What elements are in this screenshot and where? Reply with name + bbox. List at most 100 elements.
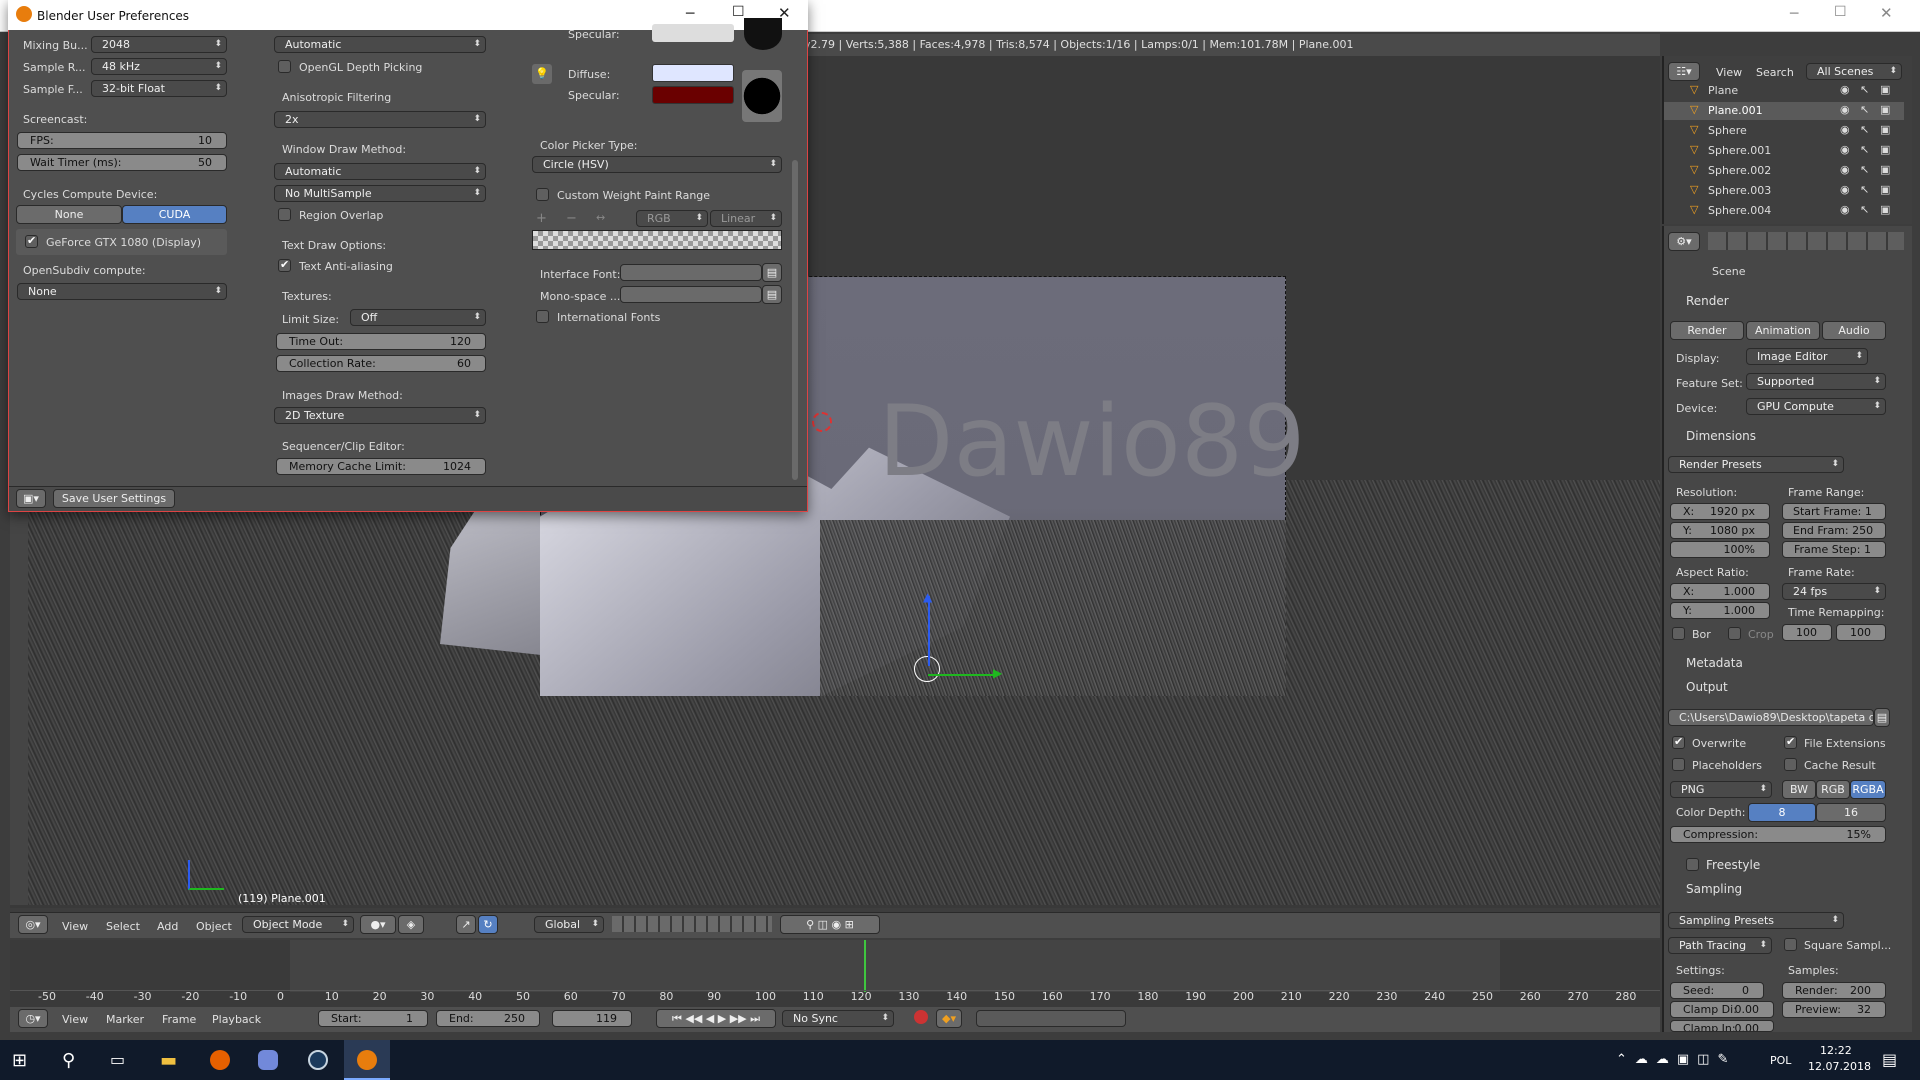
keying-set-field[interactable] <box>976 1010 1126 1027</box>
tl-menu-playback[interactable]: Playback <box>212 1013 261 1026</box>
file-explorer-icon[interactable]: ▬ <box>160 1050 177 1071</box>
render-camera-icon[interactable]: ▣ <box>1880 123 1890 136</box>
specular-swatch-top[interactable] <box>652 24 734 42</box>
custom-weight-checkbox[interactable] <box>536 188 549 201</box>
compute-none-button[interactable]: None <box>16 205 122 224</box>
specular-swatch[interactable] <box>652 86 734 104</box>
square-samples-checkbox[interactable] <box>1784 938 1797 951</box>
gpu-checkbox[interactable] <box>25 234 38 248</box>
depth-8-button[interactable]: 8 <box>1748 803 1816 822</box>
sampling-presets-select[interactable]: Sampling Presets <box>1668 912 1844 929</box>
render-camera-icon[interactable]: ▣ <box>1880 163 1890 176</box>
visibility-eye-icon[interactable]: ◉ <box>1840 103 1850 116</box>
fps-field[interactable]: FPS: 10 <box>17 132 227 149</box>
outliner-row[interactable]: ▽ Sphere.003 ◉ ↖ ▣ <box>1664 182 1904 200</box>
rgb-button[interactable]: RGB <box>1816 780 1850 799</box>
language-indicator[interactable]: POL <box>1770 1054 1791 1067</box>
orientation-select[interactable]: Global <box>534 916 604 933</box>
sync-select[interactable]: No Sync <box>782 1010 894 1027</box>
tl-menu-marker[interactable]: Marker <box>106 1013 144 1026</box>
vp-menu-object[interactable]: Object <box>196 920 232 933</box>
freestyle-header[interactable]: Freestyle <box>1706 858 1760 872</box>
depth-16-button[interactable]: 16 <box>1816 803 1886 822</box>
border-checkbox[interactable] <box>1672 627 1685 640</box>
visibility-eye-icon[interactable]: ◉ <box>1840 123 1850 136</box>
metadata-header[interactable]: Metadata <box>1686 656 1743 670</box>
res-percent-field[interactable]: 100% <box>1670 541 1770 558</box>
search-icon[interactable]: ⚲ <box>62 1050 75 1071</box>
visibility-eye-icon[interactable]: ◉ <box>1840 203 1850 216</box>
current-frame-field[interactable]: 119 <box>552 1010 632 1027</box>
close-icon[interactable]: ✕ <box>1880 4 1900 24</box>
rgba-button[interactable]: RGBA <box>1850 780 1886 799</box>
vp-menu-add[interactable]: Add <box>157 920 178 933</box>
lamp-icon[interactable]: 💡 <box>532 64 552 84</box>
res-y-field[interactable]: Y: 1080 px <box>1670 522 1770 539</box>
discord-icon[interactable] <box>258 1050 278 1070</box>
opengl-depth-checkbox[interactable] <box>278 60 291 73</box>
save-user-settings-button[interactable]: Save User Settings <box>53 489 175 508</box>
frame-step-prop[interactable]: Frame Step: 1 <box>1782 541 1886 558</box>
path-tracing-select[interactable]: Path Tracing <box>1668 937 1772 954</box>
prefs-minimize-icon[interactable]: ─ <box>686 6 694 22</box>
outliner-row[interactable]: ▽ Plane ◉ ↖ ▣ <box>1664 82 1904 100</box>
sample-rate-select[interactable]: 48 kHz <box>91 58 227 75</box>
outliner-row[interactable]: ▽ Sphere.001 ◉ ↖ ▣ <box>1664 142 1904 160</box>
end-frame-prop[interactable]: End Fram: 250 <box>1782 522 1886 539</box>
aspect-x-field[interactable]: X: 1.000 <box>1670 583 1770 600</box>
tray-icons[interactable]: ⌃☁☁▣◫✎ <box>1616 1052 1736 1067</box>
interface-font-field[interactable] <box>620 264 762 281</box>
compression-slider[interactable]: Compression: 15% <box>1670 826 1886 843</box>
vp-menu-view[interactable]: View <box>62 920 88 933</box>
file-extensions-checkbox[interactable] <box>1784 735 1797 749</box>
seed-field[interactable]: Seed: 0 <box>1670 982 1764 999</box>
start-frame-field[interactable]: Start: 1 <box>318 1010 428 1027</box>
render-camera-icon[interactable]: ▣ <box>1880 103 1890 116</box>
render-samples-field[interactable]: Render: 200 <box>1782 982 1886 999</box>
visibility-eye-icon[interactable]: ◉ <box>1840 83 1850 96</box>
diffuse-swatch[interactable] <box>652 64 734 82</box>
task-view-icon[interactable]: ▭ <box>110 1050 125 1069</box>
selectable-arrow-icon[interactable]: ↖ <box>1860 163 1869 176</box>
start-icon[interactable]: ⊞ <box>12 1050 27 1071</box>
clamp-indirect-field[interactable]: Clamp In: 0.00 <box>1670 1020 1774 1032</box>
tl-menu-frame[interactable]: Frame <box>162 1013 196 1026</box>
prefs-maximize-icon[interactable]: ☐ <box>732 4 745 20</box>
window-draw-select[interactable]: Automatic <box>274 163 486 180</box>
visibility-eye-icon[interactable]: ◉ <box>1840 183 1850 196</box>
gizmo-y-arrow-icon[interactable]: ▶ <box>993 666 1002 680</box>
display-select[interactable]: Image Editor <box>1746 348 1868 365</box>
start-frame-prop[interactable]: Start Frame: 1 <box>1782 503 1886 520</box>
mono-font-browse-icon[interactable]: ▤ <box>762 285 782 304</box>
remap-new-field[interactable]: 100 <box>1836 624 1886 641</box>
outliner-scene-select[interactable]: All Scenes <box>1806 63 1902 80</box>
render-presets-select[interactable]: Render Presets <box>1668 456 1844 473</box>
minimize-icon[interactable]: ─ <box>1790 6 1810 26</box>
depth-picking-select[interactable]: Automatic <box>274 36 486 53</box>
bw-button[interactable]: BW <box>1782 780 1816 799</box>
render-panel-header[interactable]: Render <box>1686 294 1729 308</box>
compute-cuda-button[interactable]: CUDA <box>122 205 227 224</box>
end-frame-field[interactable]: End: 250 <box>436 1010 540 1027</box>
feature-set-select[interactable]: Supported <box>1746 373 1886 390</box>
visibility-eye-icon[interactable]: ◉ <box>1840 163 1850 176</box>
time-out-field[interactable]: Time Out: 120 <box>276 333 486 350</box>
shading-button[interactable]: ●▾ <box>360 915 396 934</box>
selectable-arrow-icon[interactable]: ↖ <box>1860 83 1869 96</box>
properties-editor-button[interactable]: ⚙▾ <box>1668 232 1700 251</box>
prefs-editor-button[interactable]: ▣▾ <box>16 489 46 508</box>
wait-timer-field[interactable]: Wait Timer (ms): 50 <box>17 154 227 171</box>
color-picker-select[interactable]: Circle (HSV) <box>532 156 782 173</box>
aniso-select[interactable]: 2x <box>274 111 486 128</box>
timeline-editor-button[interactable]: ◷▾ <box>18 1009 48 1028</box>
intl-fonts-checkbox[interactable] <box>536 310 549 323</box>
mode-select[interactable]: Object Mode <box>242 916 354 933</box>
limit-size-select[interactable]: Off <box>350 309 486 326</box>
collection-rate-field[interactable]: Collection Rate: 60 <box>276 355 486 372</box>
audio-button[interactable]: Audio <box>1822 321 1886 340</box>
opensubdiv-select[interactable]: None <box>17 283 227 300</box>
selectable-arrow-icon[interactable]: ↖ <box>1860 143 1869 156</box>
timeline-playhead[interactable] <box>864 940 866 992</box>
aspect-y-field[interactable]: Y: 1.000 <box>1670 602 1770 619</box>
crop-checkbox[interactable] <box>1728 627 1741 640</box>
